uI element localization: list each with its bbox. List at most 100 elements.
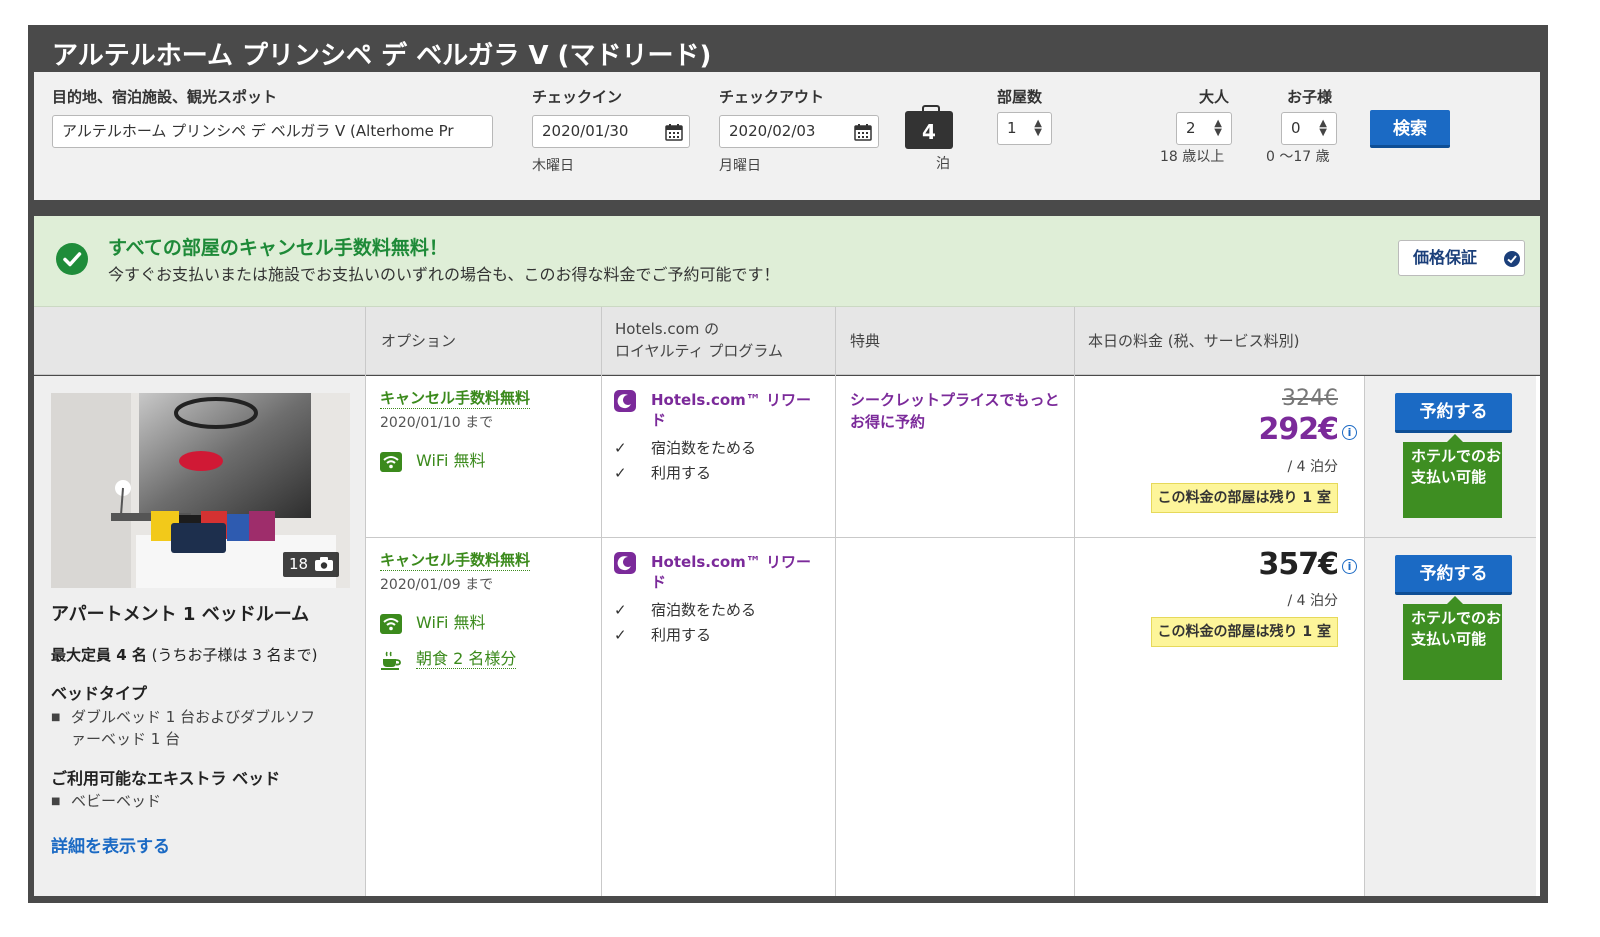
checkout-label: チェックアウト: [719, 88, 825, 106]
search-button[interactable]: 検索: [1370, 110, 1450, 148]
select-arrows-icon: ▲ ▼: [1034, 118, 1042, 138]
camera-icon: [315, 557, 333, 571]
header-price: 本日の料金 (税、サービス料別): [1088, 332, 1300, 350]
banner-title: すべての部屋のキャンセル手数料無料！: [108, 237, 448, 259]
extra-bed-item: ベビーベッド: [51, 790, 162, 813]
extra-bed-value: ベビーベッド: [71, 792, 162, 810]
occupancy-max: 最大定員 4 名: [51, 646, 147, 664]
check-icon: ✓: [614, 439, 627, 457]
calendar-icon[interactable]: [854, 123, 872, 141]
coffee-cup-icon: [381, 651, 401, 670]
pay-at-hotel-badge: ホテルでのお支払い可能: [1403, 596, 1502, 680]
pay-at-hotel-badge: ホテルでのお支払い可能: [1403, 434, 1502, 518]
header-options: オプション: [381, 332, 457, 350]
children-note: 0 〜17 歳: [1266, 149, 1330, 165]
reward-benefit: ✓ 利用する: [614, 462, 711, 483]
breakfast-feature[interactable]: 朝食 2 名様分: [380, 645, 517, 670]
price-guarantee-label: 価格保証: [1413, 248, 1478, 267]
select-arrows-icon: ▲ ▼: [1214, 118, 1222, 138]
cancellation-deadline: 2020/01/09 まで: [380, 577, 494, 593]
bed-type-line2: ァーベッド 1 台: [71, 730, 181, 748]
room-occupancy: 最大定員 4 名 (うちお子様は 3 名まで): [51, 644, 317, 665]
show-details-link[interactable]: 詳細を表示する: [51, 832, 170, 857]
check-icon: ✓: [614, 601, 627, 619]
destination-value: アルテルホーム プリンシペ デ ベルガラ V (Alterhome Pr: [62, 122, 454, 140]
adults-select[interactable]: 2 ▲ ▼: [1176, 112, 1232, 145]
cancellation-deadline: 2020/01/10 まで: [380, 415, 494, 431]
book-button[interactable]: 予約する: [1395, 393, 1512, 433]
free-cancellation-link[interactable]: キャンセル手数料無料: [380, 551, 531, 571]
reward-program-title: Hotels.com™ リワード: [651, 391, 812, 429]
checkin-field[interactable]: 2020/01/30: [532, 115, 690, 148]
secret-price-perk[interactable]: シークレットプライスでもっとお得に予約: [850, 389, 1065, 433]
wifi-feature: WiFi 無料: [380, 609, 486, 634]
rates-table-header: [34, 307, 1540, 375]
luggage-icon: 4: [905, 105, 953, 149]
rooms-left-badge: この料金の部屋は残り 1 室: [1150, 483, 1338, 513]
wifi-label: WiFi 無料: [416, 613, 486, 632]
children-value: 0: [1291, 119, 1301, 137]
extra-bed-title: ご利用可能なエキストラ ベッド: [51, 769, 281, 788]
info-icon[interactable]: i: [1342, 425, 1357, 440]
current-price: 292€: [1258, 412, 1339, 447]
adults-note: 18 歳以上: [1160, 149, 1225, 165]
guarantee-badge-icon: [1504, 251, 1520, 267]
rooms-left-badge: この料金の部屋は残り 1 室: [1150, 617, 1338, 647]
checkin-day: 木曜日: [532, 158, 574, 174]
header-loyalty-line2: ロイヤルティ プログラム: [615, 342, 783, 360]
reward-benefit-label: 宿泊数をためる: [651, 601, 757, 619]
rooms-value: 1: [1007, 119, 1017, 137]
destination-input[interactable]: アルテルホーム プリンシペ デ ベルガラ V (Alterhome Pr: [52, 115, 493, 148]
pay-at-hotel-label: ホテルでのお支払い可能: [1411, 447, 1502, 486]
select-arrows-icon: ▲ ▼: [1319, 118, 1327, 138]
divider: [365, 307, 366, 896]
reward-benefit: ✓ 利用する: [614, 624, 711, 645]
destination-label: 目的地、宿泊施設、観光スポット: [52, 88, 278, 106]
hotels-reward-icon: [614, 552, 636, 574]
header-loyalty-line1: Hotels.com の: [615, 320, 720, 338]
wifi-feature: WiFi 無料: [380, 447, 486, 472]
divider: [601, 307, 602, 896]
checkout-day: 月曜日: [719, 158, 761, 174]
reward-benefit-label: 利用する: [651, 464, 712, 482]
price-per-stay: / 4 泊分: [1287, 459, 1338, 475]
photo-count-badge[interactable]: 18: [283, 552, 339, 577]
checkin-value: 2020/01/30: [542, 122, 629, 140]
price-guarantee-button[interactable]: 価格保証: [1398, 240, 1525, 276]
breakfast-label: 朝食 2 名様分: [416, 649, 517, 669]
calendar-icon[interactable]: [665, 123, 683, 141]
reward-benefit: ✓ 宿泊数をためる: [614, 599, 756, 620]
pay-at-hotel-label: ホテルでのお支払い可能: [1411, 609, 1502, 648]
price-per-stay: / 4 泊分: [1287, 593, 1338, 609]
free-cancellation-link[interactable]: キャンセル手数料無料: [380, 389, 531, 409]
children-label: お子様: [1287, 88, 1333, 106]
divider: [366, 537, 1536, 538]
banner-subtitle: 今すぐお支払いまたは施設でお支払いのいずれの場合も、このお得な料金でご予約可能で…: [108, 265, 780, 284]
adults-label: 大人: [1199, 88, 1230, 106]
checkout-field[interactable]: 2020/02/03: [719, 115, 879, 148]
divider: [1074, 307, 1075, 896]
divider: [1364, 376, 1365, 896]
bed-type-item: ダブルベッド 1 台およびダブルソフ ァーベッド 1 台: [51, 706, 315, 750]
check-circle-icon: [56, 243, 88, 275]
book-button[interactable]: 予約する: [1395, 555, 1512, 595]
check-icon: ✓: [614, 626, 627, 644]
reward-benefit: ✓ 宿泊数をためる: [614, 437, 756, 458]
current-price: 357€: [1258, 547, 1339, 582]
children-select[interactable]: 0 ▲ ▼: [1281, 112, 1337, 145]
info-icon[interactable]: i: [1342, 559, 1357, 574]
nights-count: 4: [922, 120, 936, 144]
hotel-title: アルテルホーム プリンシペ デ ベルガラ V (マドリード): [52, 41, 712, 71]
reward-program-title: Hotels.com™ リワード: [651, 553, 812, 591]
room-name: アパートメント 1 ベッドルーム: [51, 604, 310, 625]
photo-count: 18: [289, 555, 309, 573]
reward-benefit-label: 利用する: [651, 626, 712, 644]
wifi-icon: [380, 451, 402, 472]
bed-type-title: ベッドタイプ: [51, 684, 148, 703]
rooms-label: 部屋数: [997, 88, 1043, 106]
bed-type-line1: ダブルベッド 1 台およびダブルソフ: [71, 708, 316, 726]
header-perks: 特典: [850, 332, 881, 350]
wifi-icon: [380, 613, 402, 634]
checkin-label: チェックイン: [532, 88, 623, 106]
rooms-select[interactable]: 1 ▲ ▼: [997, 112, 1052, 145]
